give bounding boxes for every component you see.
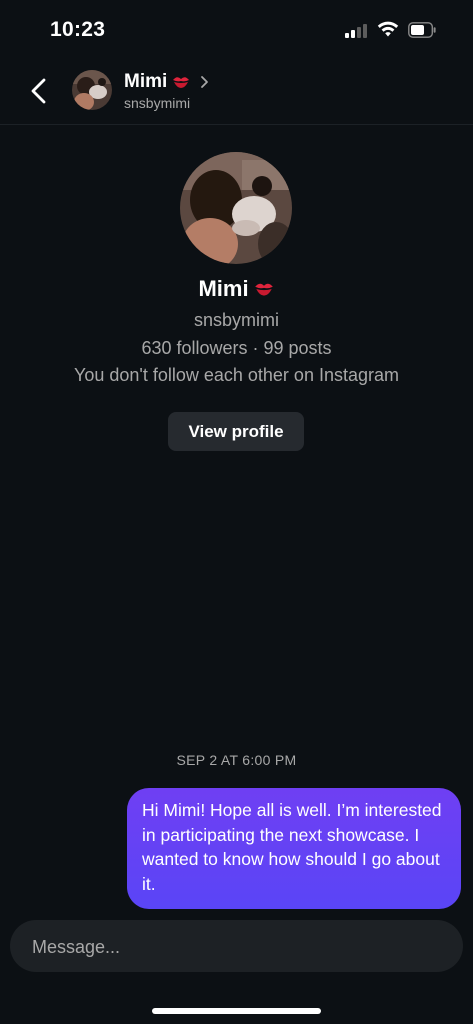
sent-message-bubble[interactable]: Hi Mimi! Hope all is well. I’m intereste…	[127, 788, 461, 909]
status-time: 10:23	[50, 18, 106, 41]
cellular-signal-icon	[345, 23, 369, 38]
profile-avatar[interactable]	[180, 152, 292, 264]
avatar[interactable]	[72, 70, 112, 110]
back-button[interactable]	[24, 74, 54, 108]
message-composer	[10, 920, 463, 974]
profile-stats: 630 followers · 99 posts	[141, 338, 332, 358]
profile-name: Mimi	[198, 276, 249, 301]
follow-status-note: You don't follow each other on Instagram	[74, 365, 399, 385]
header-username: snsbymimi	[124, 95, 191, 111]
kiss-mark-icon	[254, 283, 273, 296]
home-indicator[interactable]	[152, 1008, 321, 1014]
status-bar: 10:23	[0, 0, 473, 60]
conversation-header: Mimi snsbymimi	[0, 60, 473, 125]
battery-icon	[408, 22, 436, 38]
view-profile-button[interactable]: View profile	[168, 412, 304, 451]
wifi-icon	[377, 21, 399, 37]
header-name: Mimi	[124, 71, 168, 92]
chevron-right-icon	[201, 76, 209, 88]
header-title[interactable]: Mimi	[124, 70, 209, 94]
profile-username: snsbymimi	[193, 310, 279, 330]
kiss-mark-icon	[173, 77, 190, 88]
dm-screen: 10:23 Mimi snsbymimi Mimi snsbymimi 630 …	[0, 0, 473, 1024]
profile-name-row: Mimi	[0, 274, 473, 304]
message-timestamp: SEP 2 AT 6:00 PM	[176, 752, 297, 768]
message-input[interactable]	[30, 920, 444, 974]
